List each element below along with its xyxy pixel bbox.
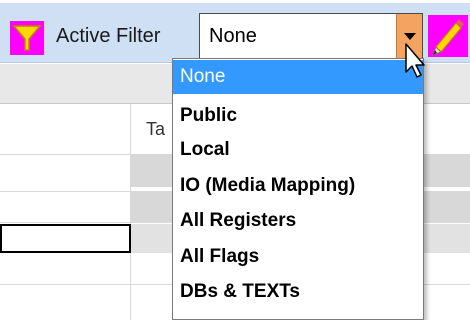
grid-selected-cell[interactable] <box>0 224 131 253</box>
mouse-cursor-icon <box>405 43 425 78</box>
filter-dropdown-list[interactable]: None Public Local IO (Media Mapping) All… <box>172 58 424 320</box>
dropdown-option-public[interactable]: Public <box>173 99 423 133</box>
grid-column-header-tag[interactable]: Ta <box>140 104 165 154</box>
dropdown-option-none[interactable]: None <box>173 60 423 94</box>
dropdown-option-dbs-texts[interactable]: DBs & TEXTs <box>173 275 423 309</box>
active-filter-combobox[interactable]: None <box>199 13 423 59</box>
pencil-icon[interactable] <box>428 15 468 57</box>
dropdown-option-local[interactable]: Local <box>173 133 423 167</box>
dropdown-option-all-flags[interactable]: All Flags <box>173 240 423 274</box>
dropdown-option-all-registers[interactable]: All Registers <box>173 204 423 238</box>
combo-selected-value: None <box>209 25 257 47</box>
active-filter-label: Active Filter <box>56 25 161 47</box>
dropdown-option-io-media-mapping[interactable]: IO (Media Mapping) <box>173 169 423 203</box>
filter-funnel-icon[interactable] <box>10 21 44 55</box>
chevron-down-icon <box>404 33 416 40</box>
